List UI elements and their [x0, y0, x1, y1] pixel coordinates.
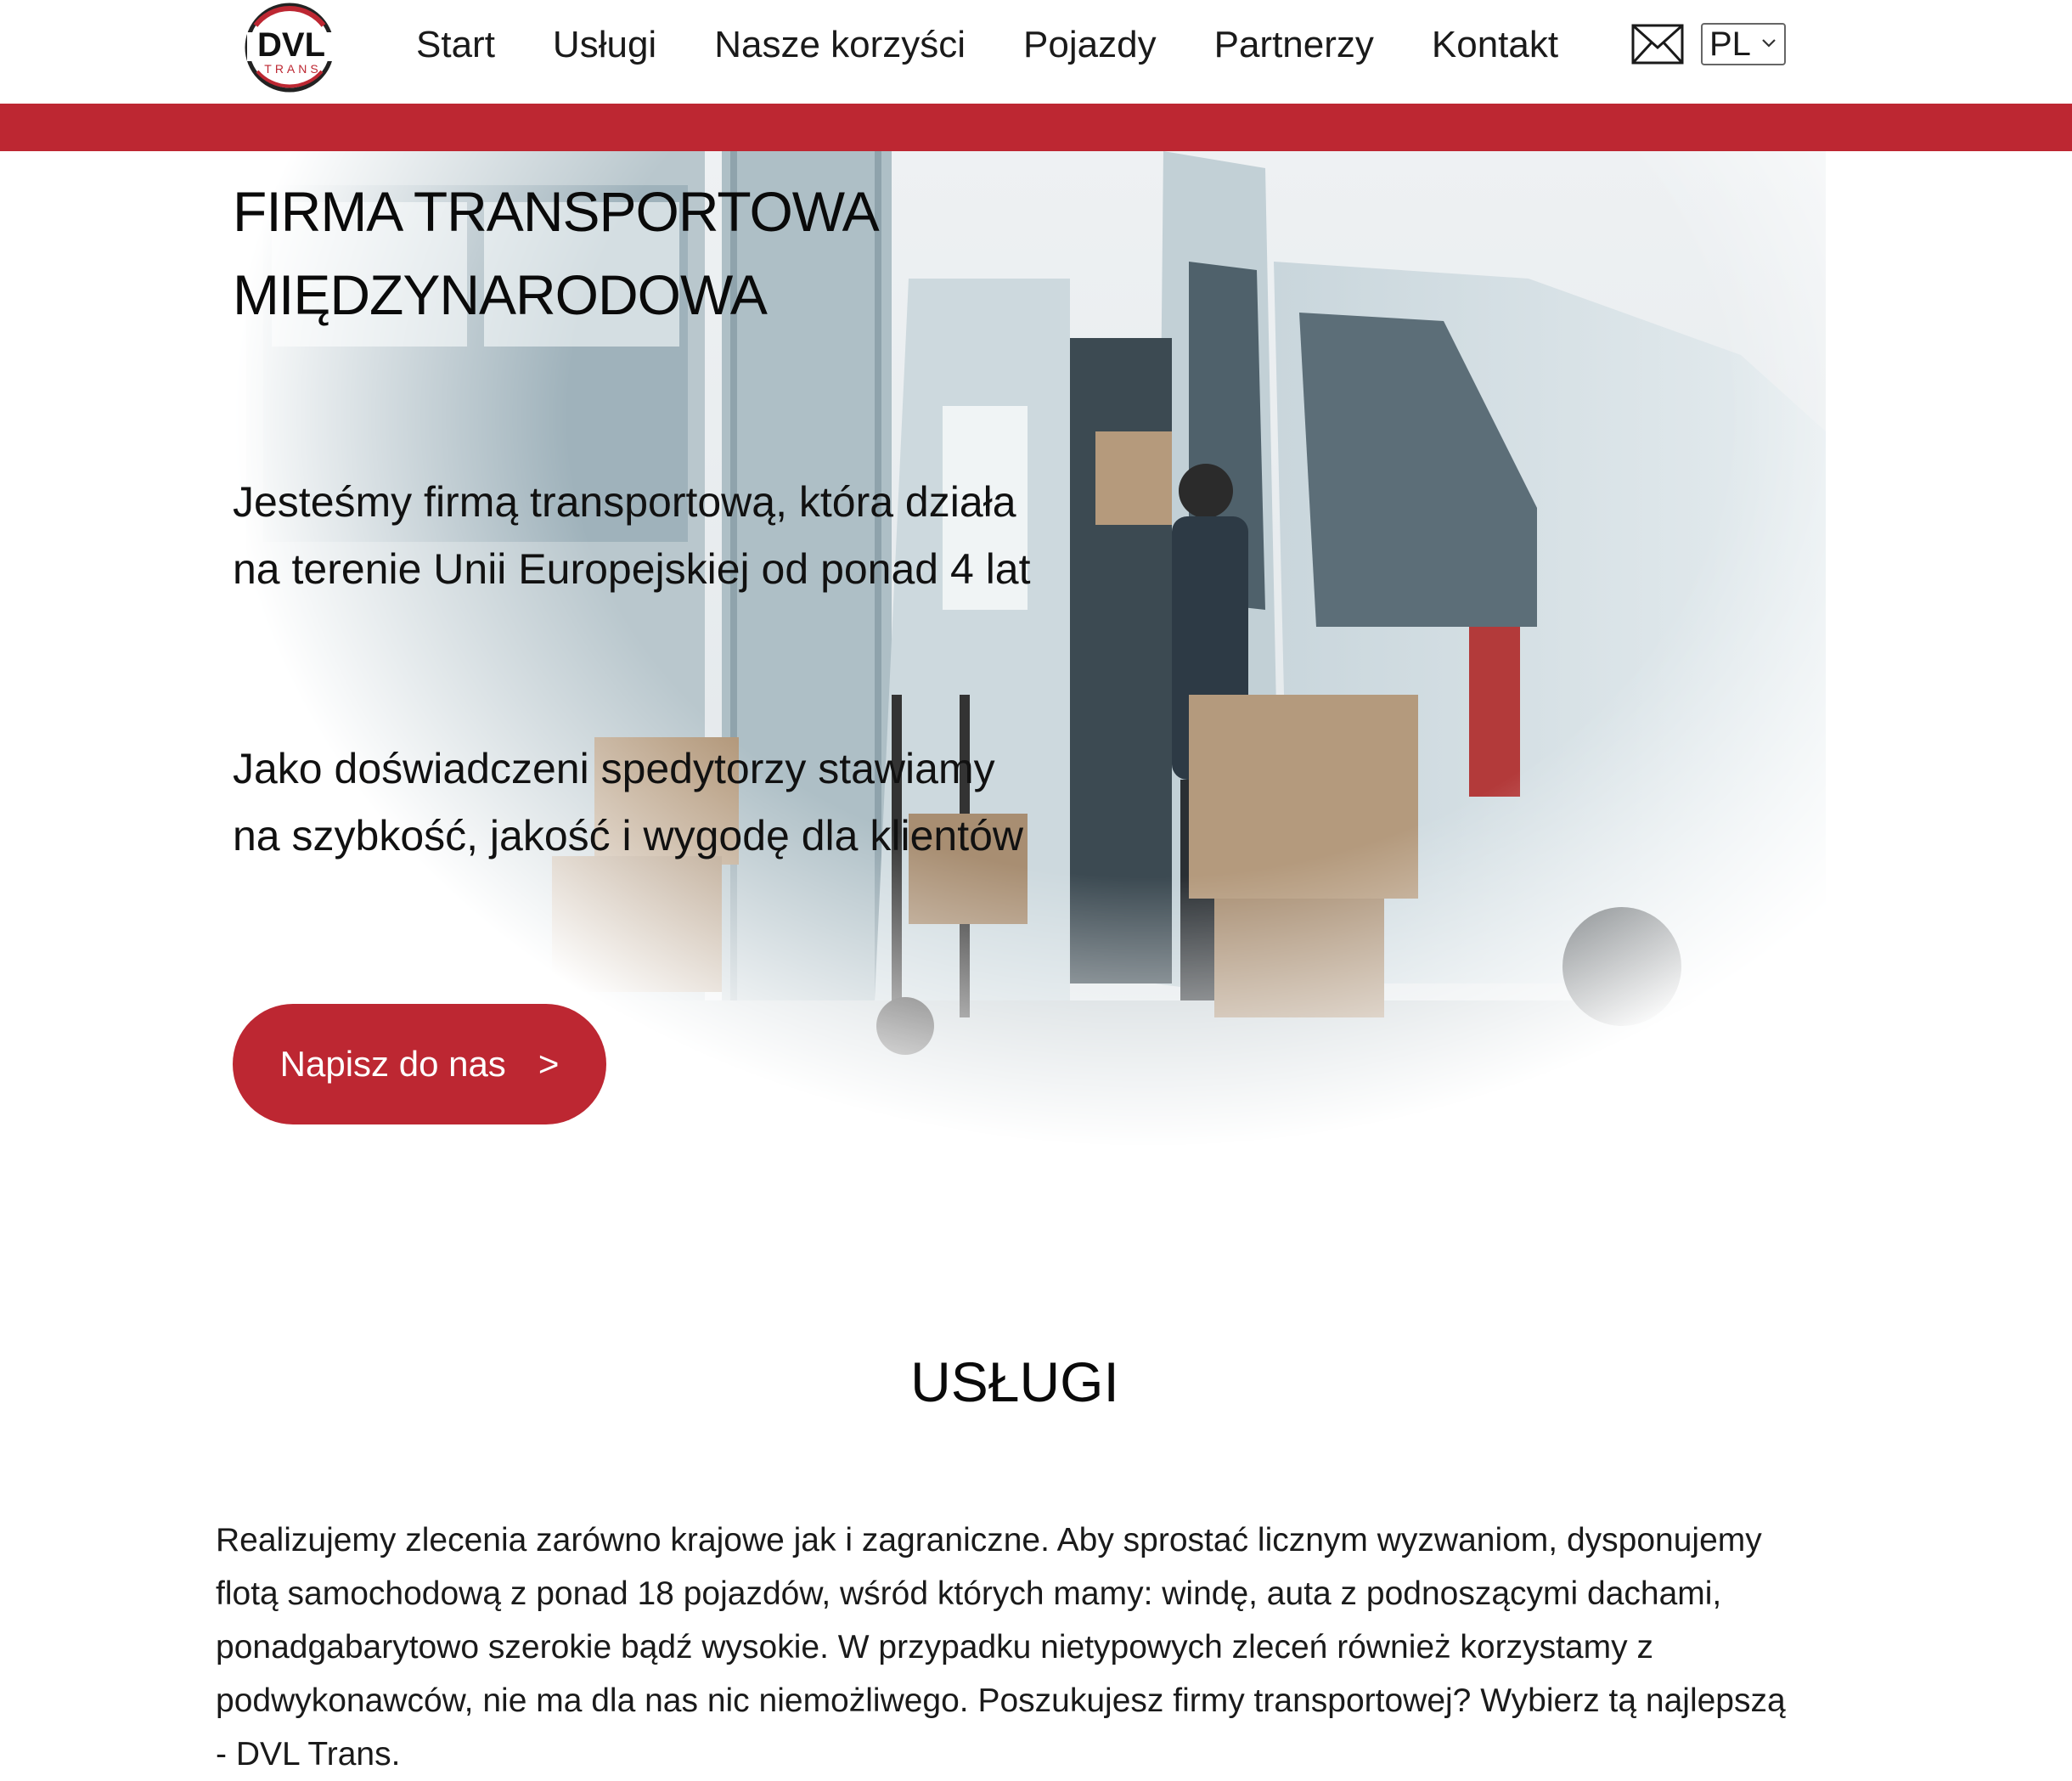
nav-item-start[interactable]: Start — [416, 24, 495, 66]
language-select[interactable]: PL — [1701, 23, 1786, 65]
hero-paragraph-2-line1: Jako doświadczeni spedytorzy stawiamy — [233, 745, 995, 792]
cta-arrow-icon: > — [538, 1044, 560, 1084]
nav-item-partnerzy[interactable]: Partnerzy — [1214, 24, 1374, 66]
hero-paragraph-1: Jesteśmy firmą transportową, która dział… — [233, 469, 1167, 603]
svg-text:DVL: DVL — [257, 26, 325, 64]
services-description: Realizujemy zlecenia zarówno krajowe jak… — [216, 1522, 1786, 1773]
envelope-icon[interactable] — [1631, 24, 1684, 65]
hero-paragraph-2: Jako doświadczeni spedytorzy stawiamy na… — [233, 736, 1167, 870]
nav-item-nasze-korzysci[interactable]: Nasze korzyści — [714, 24, 966, 66]
dvl-trans-logo[interactable]: DVL TRANS — [240, 0, 342, 95]
hero-title: FIRMA TRANSPORTOWA MIĘDZYNARODOWA — [233, 170, 1167, 336]
language-value: PL — [1709, 25, 1751, 63]
header-red-bar — [0, 104, 2072, 151]
hero-paragraph-1-line2: na terenie Unii Europejskiej od ponad 4 … — [233, 545, 1031, 593]
main-nav: Start Usługi Nasze korzyści Pojazdy Part… — [416, 17, 1616, 73]
hero-title-line1: FIRMA TRANSPORTOWA — [233, 180, 880, 243]
hero-paragraph-1-line1: Jesteśmy firmą transportową, która dział… — [233, 478, 1016, 526]
cta-label: Napisz do nas — [279, 1044, 506, 1084]
hero-paragraph-2-line2: na szybkość, jakość i wygodę dla klientó… — [233, 812, 1024, 860]
hero-title-line2: MIĘDZYNARODOWA — [233, 263, 768, 326]
services-title: USŁUGI — [910, 1350, 1119, 1413]
nav-item-uslugi[interactable]: Usługi — [553, 24, 656, 66]
chevron-down-icon — [1760, 37, 1777, 50]
svg-text:TRANS: TRANS — [264, 62, 321, 76]
nav-item-kontakt[interactable]: Kontakt — [1432, 24, 1558, 66]
site-header: DVL TRANS Start Usługi Nasze korzyści Po… — [0, 0, 2072, 104]
nav-item-pojazdy[interactable]: Pojazdy — [1023, 24, 1157, 66]
contact-cta-button[interactable]: Napisz do nas > — [233, 1004, 606, 1124]
